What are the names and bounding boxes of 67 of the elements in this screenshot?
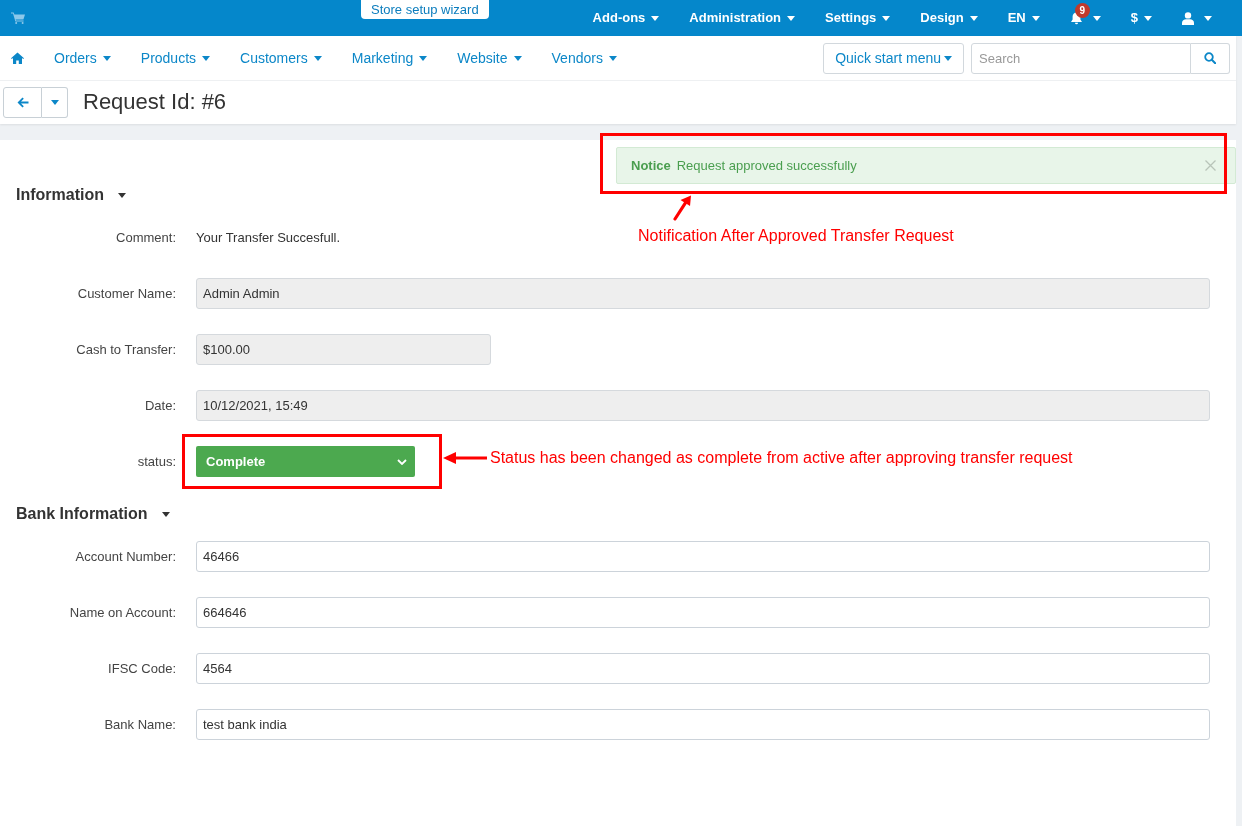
user-icon[interactable] [1182, 11, 1194, 25]
caret-icon [944, 55, 952, 61]
section-title: Bank Information [16, 504, 148, 524]
annotation-text: Status has been changed as complete from active after approving transfer request [490, 448, 1073, 468]
input-field: Admin Admin [196, 278, 1210, 309]
caret-icon [787, 15, 796, 21]
menu-link[interactable]: Administration [689, 8, 796, 28]
notice-message: Request approved successfully [676, 156, 857, 175]
field-label: IFSC Code: [107, 659, 176, 678]
menu-link[interactable]: Add-ons [592, 8, 660, 28]
input-field: 10/12/2021, 15:49 [196, 390, 1210, 421]
field-label: status: [136, 452, 176, 471]
caret-icon [102, 55, 111, 61]
nav-link[interactable]: Orders [54, 47, 111, 69]
section-title: Information [16, 185, 104, 205]
caret-icon [313, 55, 322, 61]
input-field[interactable]: 46466 [196, 541, 1210, 572]
input-field[interactable]: test bank india [196, 709, 1210, 740]
field-label: Account Number: [74, 547, 176, 566]
page-title: Request Id: #6 [83, 89, 227, 116]
caret-icon [1144, 15, 1152, 21]
menu-link[interactable]: $ [1130, 8, 1152, 28]
annotation-arrow [443, 451, 487, 465]
nav-link[interactable]: Website [457, 47, 522, 69]
nav-link[interactable]: Customers [240, 47, 322, 69]
search-button[interactable] [1191, 42, 1230, 74]
setup-wizard-button[interactable]: Store setup wizard [361, 0, 489, 19]
input-field: $100.00 [196, 334, 491, 365]
caret-icon[interactable] [118, 192, 126, 198]
menu-link[interactable]: EN [1007, 8, 1040, 28]
status-select[interactable]: Complete [196, 446, 415, 477]
menu-link[interactable]: Design [920, 8, 978, 28]
field-label: Date: [143, 396, 176, 415]
dropdown-button[interactable] [42, 87, 68, 118]
search-icon [1204, 52, 1216, 64]
field-label: Comment: [115, 228, 176, 247]
input-field[interactable]: 4564 [196, 653, 1210, 684]
notice-title: Notice [631, 156, 671, 175]
caret-icon[interactable] [161, 511, 170, 517]
caret-icon [50, 100, 59, 105]
chevron-down-icon [397, 458, 407, 465]
search-field[interactable]: Search [971, 42, 1191, 74]
comment-text: Your Transfer Succesfull. [196, 228, 341, 247]
caret-icon [882, 15, 891, 21]
cart-icon[interactable] [11, 12, 25, 24]
arrow-left-icon [16, 97, 29, 108]
menu-link[interactable]: Settings [825, 8, 891, 28]
field-label: Name on Account: [68, 603, 176, 622]
notification-count: 9 [1074, 2, 1090, 18]
caret-icon [419, 55, 428, 61]
caret-icon [608, 55, 617, 61]
field-label: Customer Name: [76, 284, 176, 303]
caret-icon [1031, 15, 1040, 21]
input-field[interactable]: 664646 [196, 597, 1210, 628]
nav-link[interactable]: Products [140, 47, 211, 69]
home-icon[interactable] [11, 52, 24, 64]
quick-start-button[interactable]: Quick start menu [823, 42, 964, 74]
nav-link[interactable]: Vendors [551, 47, 617, 69]
field-label: Bank Name: [103, 715, 176, 734]
caret-icon [969, 15, 978, 21]
annotation-text: Notification After Approved Transfer Request [638, 226, 954, 246]
caret-icon [651, 15, 660, 21]
caret-icon [202, 55, 211, 61]
nav-link[interactable]: Marketing [351, 47, 428, 69]
back-button[interactable] [3, 87, 42, 118]
caret-icon [513, 55, 522, 61]
field-label: Cash to Transfer: [75, 340, 176, 359]
